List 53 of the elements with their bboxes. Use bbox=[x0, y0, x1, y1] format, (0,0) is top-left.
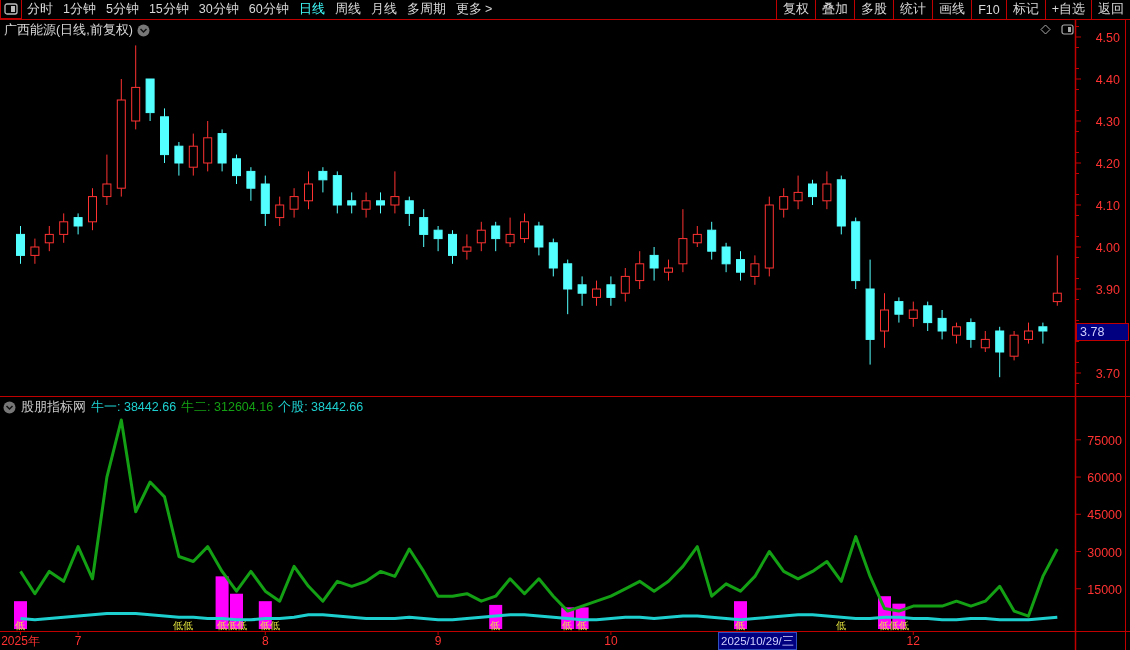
signal-label: 低 bbox=[15, 620, 25, 631]
toolbar-button[interactable]: 返回 bbox=[1091, 0, 1130, 19]
period-tab[interactable]: 月线 bbox=[365, 0, 402, 19]
axis-label: 30000 bbox=[1087, 545, 1122, 560]
axis-label: 4.30 bbox=[1095, 115, 1120, 129]
signal-label: 低 bbox=[735, 620, 745, 631]
signal-label: 低 bbox=[490, 620, 501, 631]
period-tab[interactable]: 30分钟 bbox=[193, 0, 244, 19]
axis-label: 45000 bbox=[1087, 508, 1122, 523]
date-label: 8 bbox=[261, 634, 269, 648]
toolbar-button[interactable]: 多股 bbox=[854, 0, 894, 19]
indicator-reading: 个股: 38442.66 bbox=[278, 399, 364, 416]
axis-label: 3.70 bbox=[1095, 367, 1120, 381]
indicator-reading: 牛二: 312604.16 bbox=[181, 399, 274, 416]
toolbar-button[interactable]: 画线 bbox=[932, 0, 972, 19]
toolbar-button[interactable]: F10 bbox=[971, 0, 1006, 19]
current-price-label: 3.78 bbox=[1076, 323, 1129, 341]
axis-label: 4.10 bbox=[1095, 199, 1120, 213]
axis-label: 60000 bbox=[1087, 471, 1122, 486]
axis-label: 3.90 bbox=[1095, 283, 1120, 297]
axis-label: 4.50 bbox=[1095, 31, 1120, 45]
toolbar-button[interactable]: 叠加 bbox=[815, 0, 855, 19]
period-tab[interactable]: 5分钟 bbox=[100, 0, 144, 19]
indicator-reading: 牛一: 38442.66 bbox=[91, 399, 177, 416]
period-tab[interactable]: 60分钟 bbox=[243, 0, 294, 19]
date-label: 12 bbox=[906, 634, 920, 648]
axis-label: 4.00 bbox=[1095, 241, 1120, 255]
period-tab[interactable]: 1分钟 bbox=[58, 0, 101, 19]
period-tab[interactable]: 分时 bbox=[22, 0, 58, 19]
axis-label: 4.40 bbox=[1095, 73, 1120, 87]
toolbar-button[interactable]: 标记 bbox=[1005, 0, 1045, 19]
toolbar-button[interactable]: 复权 bbox=[776, 0, 816, 19]
cursor-date-label: 2025/10/29/三 bbox=[718, 632, 797, 650]
period-tab[interactable]: 15分钟 bbox=[143, 0, 194, 19]
signal-label: 低 bbox=[562, 620, 573, 631]
indicator-name: 股朋指标网 bbox=[21, 399, 86, 416]
axis-label: 4.20 bbox=[1095, 157, 1120, 171]
toolbar-button[interactable]: 统计 bbox=[893, 0, 933, 19]
signal-label: 低 bbox=[576, 620, 587, 631]
period-tab[interactable]: 更多 > bbox=[450, 0, 498, 19]
chart-title: 广西能源(日线,前复权) bbox=[4, 22, 133, 39]
period-tab[interactable]: 日线 bbox=[293, 0, 330, 19]
period-tab[interactable]: 多周期 bbox=[401, 0, 451, 19]
signal-label: 低低 bbox=[173, 620, 194, 631]
signal-label: 低 bbox=[835, 620, 846, 631]
axis-label: 15000 bbox=[1087, 582, 1122, 597]
date-label: 2025年 bbox=[1, 634, 40, 648]
axis-label: 75000 bbox=[1087, 433, 1122, 448]
period-tab[interactable]: 周线 bbox=[329, 0, 366, 19]
date-label: 9 bbox=[434, 634, 442, 648]
toolbar-button[interactable]: +自选 bbox=[1044, 0, 1091, 19]
date-label: 7 bbox=[74, 634, 82, 648]
date-label: 10 bbox=[604, 634, 618, 648]
